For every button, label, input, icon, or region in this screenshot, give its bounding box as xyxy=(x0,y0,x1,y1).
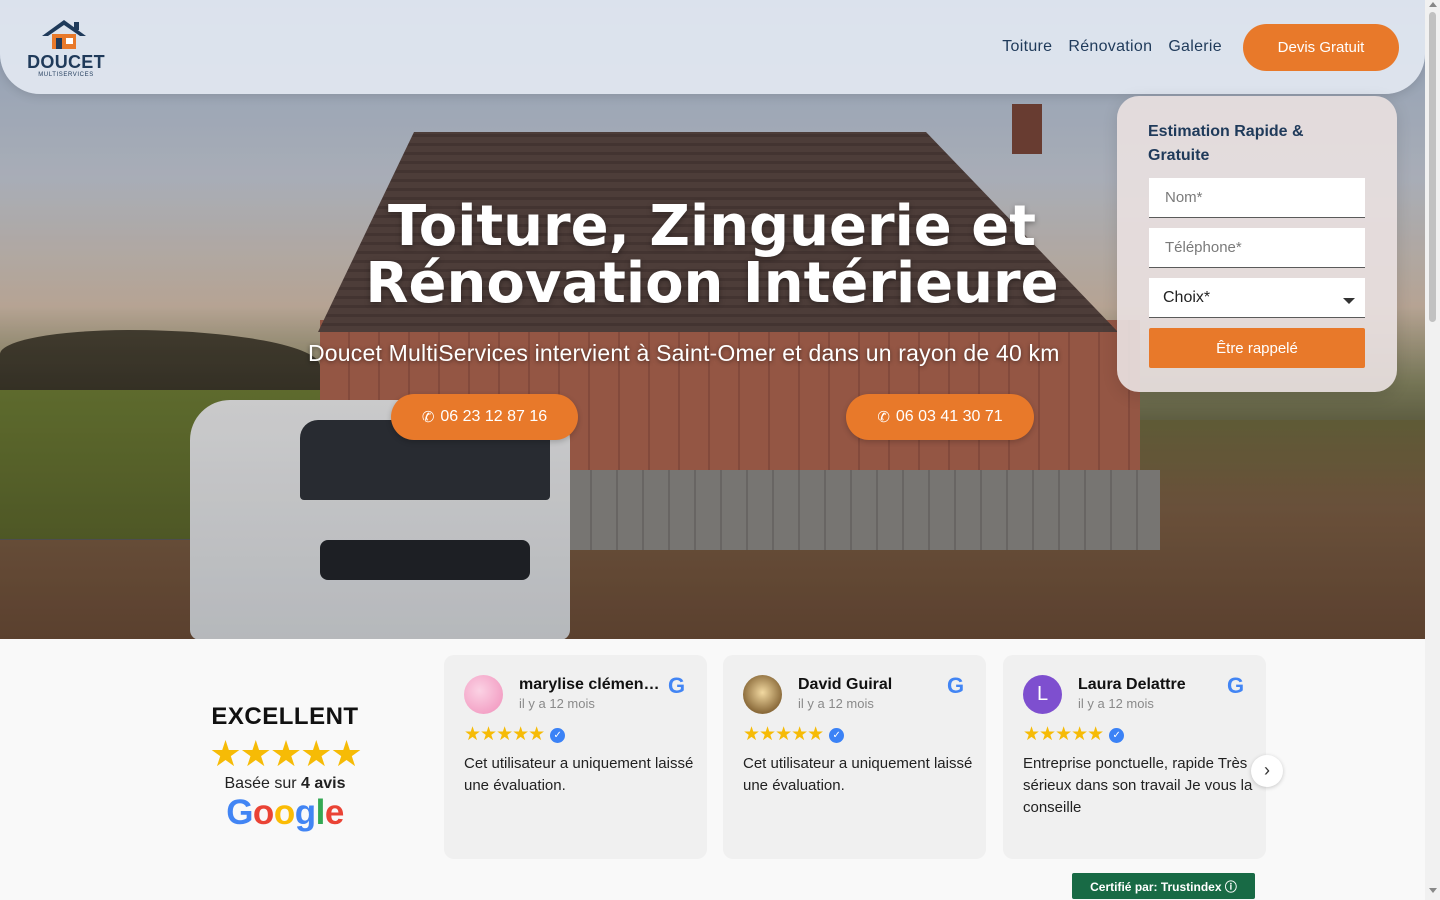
review-stars: ★★★★★ ✓ xyxy=(464,723,566,746)
devis-gratuit-button[interactable]: Devis Gratuit xyxy=(1243,24,1399,71)
reviewer-name: David Guiral xyxy=(798,676,893,693)
review-text: Cet utilisateur a uniquement laissé une … xyxy=(464,755,694,794)
estimate-form: Estimation Rapide & Gratuite Nom* Téléph… xyxy=(1117,96,1397,392)
google-letter: g xyxy=(294,793,316,832)
google-g-icon: G xyxy=(667,673,686,698)
phone-button-1[interactable]: ✆ 06 23 12 87 16 xyxy=(391,394,578,440)
callback-submit-button[interactable]: Être rappelé xyxy=(1149,328,1365,368)
phone-field[interactable]: Téléphone* xyxy=(1149,228,1365,268)
caret-down-icon xyxy=(1343,298,1355,304)
phone-icon: ✆ xyxy=(421,409,435,426)
chevron-right-icon[interactable]: › xyxy=(1251,755,1283,787)
review-stars: ★★★★★ ✓ xyxy=(743,723,845,746)
site-header: DOUCET MULTISERVICES Toiture Rénovation … xyxy=(0,0,1425,94)
review-card: L Laura Delattre il y a 12 mois G ★★★★★ ✓… xyxy=(1003,655,1266,859)
avatar xyxy=(464,675,503,714)
phone-number-1: 06 23 12 87 16 xyxy=(440,408,548,425)
google-letter: l xyxy=(315,793,326,832)
google-letter: o xyxy=(273,793,295,832)
phone-number-2: 06 03 41 30 71 xyxy=(895,408,1003,425)
reviews-section: EXCELLENT ★★★★★ Basée sur 4 avis Google … xyxy=(0,639,1425,900)
rating-summary: EXCELLENT ★★★★★ Basée sur 4 avis Google xyxy=(200,703,370,833)
google-letter: o xyxy=(252,793,274,832)
page-scrollbar[interactable] xyxy=(1425,0,1440,900)
logo[interactable]: DOUCET MULTISERVICES xyxy=(26,18,106,80)
based-on-text: Basée sur 4 avis xyxy=(200,775,370,793)
review-date: il y a 12 mois xyxy=(519,696,595,711)
scrollbar-thumb[interactable] xyxy=(1429,12,1436,322)
verified-check-icon: ✓ xyxy=(550,728,566,743)
phone-button-2[interactable]: ✆ 06 03 41 30 71 xyxy=(846,394,1034,440)
reviewer-name: marylise clémen… xyxy=(519,676,660,693)
review-count: 4 avis xyxy=(301,775,346,792)
review-card: David Guiral il y a 12 mois G ★★★★★ ✓ Cet… xyxy=(723,655,986,859)
verified-check-icon: ✓ xyxy=(829,728,845,743)
verified-check-icon: ✓ xyxy=(1109,728,1125,743)
review-date: il y a 12 mois xyxy=(798,696,874,711)
form-title: Estimation Rapide & Gratuite xyxy=(1148,123,1304,164)
scroll-up-icon[interactable] xyxy=(1429,2,1437,7)
avatar: L xyxy=(1023,675,1062,714)
hero-subtitle: Doucet MultiServices intervient à Saint-… xyxy=(308,340,1060,366)
logo-tagline: MULTISERVICES xyxy=(38,72,94,78)
review-text: Cet utilisateur a uniquement laissé une … xyxy=(743,755,973,794)
google-g-icon: G xyxy=(1226,673,1245,698)
name-field[interactable]: Nom* xyxy=(1149,178,1365,218)
nav-toiture[interactable]: Toiture xyxy=(1002,38,1052,56)
reviewer-name: Laura Delattre xyxy=(1078,676,1186,693)
rating-stars-icon: ★★★★★ xyxy=(209,733,362,774)
review-date: il y a 12 mois xyxy=(1078,696,1154,711)
choice-select[interactable]: Choix* xyxy=(1149,278,1365,318)
google-logo: Google xyxy=(200,793,370,833)
scroll-down-icon[interactable] xyxy=(1429,888,1437,893)
based-prefix: Basée sur xyxy=(224,775,297,792)
review-stars: ★★★★★ ✓ xyxy=(1023,723,1125,746)
google-g-icon: G xyxy=(946,673,965,698)
google-letter: G xyxy=(226,793,253,832)
trustindex-badge[interactable]: Certifié par: Trustindex ⓘ xyxy=(1072,873,1255,899)
phone-icon: ✆ xyxy=(877,409,890,426)
avatar xyxy=(743,675,782,714)
nav-galerie[interactable]: Galerie xyxy=(1168,38,1222,56)
review-card: marylise clémen… il y a 12 mois G ★★★★★ ✓… xyxy=(444,655,707,859)
main-nav: Toiture Rénovation Galerie xyxy=(1002,38,1222,56)
choice-selected-value: Choix* xyxy=(1163,288,1211,306)
nav-renovation[interactable]: Rénovation xyxy=(1068,38,1152,56)
google-letter: e xyxy=(324,793,344,832)
logo-name: DOUCET xyxy=(27,52,105,72)
hero-title: Toiture, Zinguerie et Rénovation Intérie… xyxy=(365,194,1059,316)
house-logo-icon xyxy=(42,20,86,49)
review-text: Entreprise ponctuelle, rapide Très série… xyxy=(1023,755,1253,816)
rating-label: EXCELLENT xyxy=(211,703,359,730)
